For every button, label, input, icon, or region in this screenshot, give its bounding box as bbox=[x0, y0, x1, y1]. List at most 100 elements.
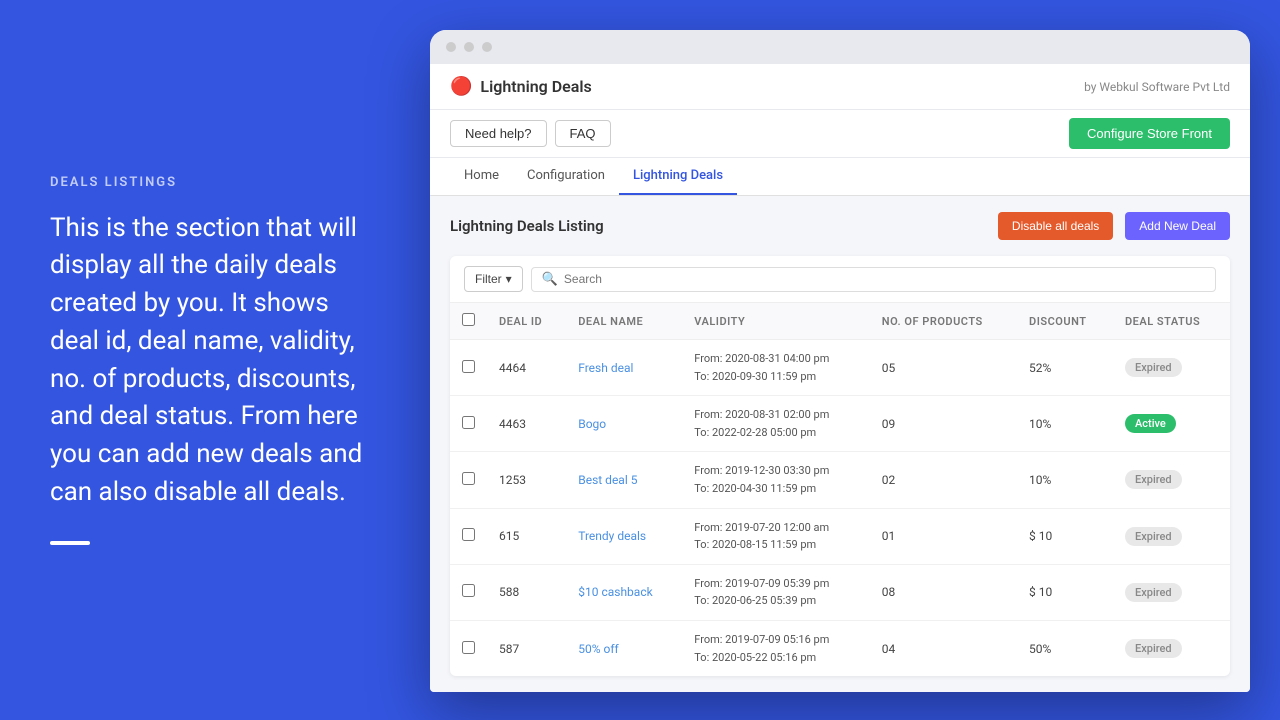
deal-name-link[interactable]: Bogo bbox=[578, 417, 606, 431]
discount-cell: 52% bbox=[1017, 340, 1113, 396]
need-help-button[interactable]: Need help? bbox=[450, 120, 547, 147]
discount-cell: 50% bbox=[1017, 620, 1113, 676]
nav-tabs: Home Configuration Lightning Deals bbox=[430, 158, 1250, 196]
deal-name-link[interactable]: Best deal 5 bbox=[578, 473, 637, 487]
col-discount: DISCOUNT bbox=[1017, 303, 1113, 340]
deal-name-cell: Trendy deals bbox=[566, 508, 682, 564]
deal-name-cell: Bogo bbox=[566, 396, 682, 452]
content-header: Lightning Deals Listing Disable all deal… bbox=[450, 212, 1230, 240]
status-badge: Expired bbox=[1125, 583, 1182, 602]
deal-id-cell: 1253 bbox=[487, 452, 566, 508]
search-input[interactable] bbox=[564, 272, 1205, 286]
row-checkbox-cell bbox=[450, 564, 487, 620]
app-header: 🔴 Lightning Deals by Webkul Software Pvt… bbox=[430, 64, 1250, 110]
discount-cell: 10% bbox=[1017, 396, 1113, 452]
row-checkbox-3[interactable] bbox=[462, 528, 475, 541]
browser-dot-2 bbox=[464, 42, 474, 52]
filter-button[interactable]: Filter ▾ bbox=[464, 266, 523, 292]
col-deal-id: DEAL ID bbox=[487, 303, 566, 340]
deal-id-cell: 4463 bbox=[487, 396, 566, 452]
filter-chevron-icon: ▾ bbox=[506, 272, 512, 286]
disable-all-deals-button[interactable]: Disable all deals bbox=[998, 212, 1113, 240]
add-new-deal-button[interactable]: Add New Deal bbox=[1125, 212, 1230, 240]
products-cell: 05 bbox=[870, 340, 1017, 396]
table-row: 4464 Fresh deal From: 2020-08-31 04:00 p… bbox=[450, 340, 1230, 396]
validity-cell: From: 2019-07-09 05:39 pmTo: 2020-06-25 … bbox=[682, 564, 870, 620]
deal-id-cell: 588 bbox=[487, 564, 566, 620]
tab-configuration[interactable]: Configuration bbox=[513, 158, 619, 195]
lightning-icon: 🔴 bbox=[450, 76, 472, 97]
discount-cell: $ 10 bbox=[1017, 564, 1113, 620]
validity-cell: From: 2019-12-30 03:30 pmTo: 2020-04-30 … bbox=[682, 452, 870, 508]
status-badge: Expired bbox=[1125, 358, 1182, 377]
validity-cell: From: 2019-07-20 12:00 amTo: 2020-08-15 … bbox=[682, 508, 870, 564]
products-cell: 08 bbox=[870, 564, 1017, 620]
app-subtitle: by Webkul Software Pvt Ltd bbox=[1084, 80, 1230, 94]
status-badge: Expired bbox=[1125, 527, 1182, 546]
section-text: This is the section that will display al… bbox=[50, 210, 370, 512]
deal-name-cell: Fresh deal bbox=[566, 340, 682, 396]
status-cell: Expired bbox=[1113, 508, 1230, 564]
divider bbox=[50, 541, 90, 545]
row-checkbox-cell bbox=[450, 620, 487, 676]
discount-cell: $ 10 bbox=[1017, 508, 1113, 564]
validity-cell: From: 2019-07-09 05:16 pmTo: 2020-05-22 … bbox=[682, 620, 870, 676]
col-deal-name: DEAL NAME bbox=[566, 303, 682, 340]
validity-text: From: 2020-08-31 02:00 pmTo: 2022-02-28 … bbox=[694, 406, 858, 441]
browser-bar bbox=[430, 30, 1250, 64]
table-header: DEAL ID DEAL NAME VALIDITY NO. OF PRODUC… bbox=[450, 303, 1230, 340]
content-actions: Disable all deals Add New Deal bbox=[998, 212, 1230, 240]
configure-store-front-button[interactable]: Configure Store Front bbox=[1069, 118, 1230, 149]
select-all-checkbox[interactable] bbox=[462, 313, 475, 326]
row-checkbox-cell bbox=[450, 452, 487, 508]
nav-buttons: Need help? FAQ Configure Store Front bbox=[430, 110, 1250, 158]
status-cell: Expired bbox=[1113, 340, 1230, 396]
deal-name-link[interactable]: Trendy deals bbox=[578, 529, 646, 543]
products-cell: 01 bbox=[870, 508, 1017, 564]
col-products: NO. OF PRODUCTS bbox=[870, 303, 1017, 340]
validity-text: From: 2019-07-09 05:39 pmTo: 2020-06-25 … bbox=[694, 575, 858, 610]
content-title: Lightning Deals Listing bbox=[450, 217, 604, 235]
browser-window: 🔴 Lightning Deals by Webkul Software Pvt… bbox=[430, 30, 1250, 692]
deal-id-cell: 587 bbox=[487, 620, 566, 676]
row-checkbox-5[interactable] bbox=[462, 641, 475, 654]
validity-text: From: 2019-07-20 12:00 amTo: 2020-08-15 … bbox=[694, 519, 858, 554]
row-checkbox-2[interactable] bbox=[462, 472, 475, 485]
faq-button[interactable]: FAQ bbox=[555, 120, 611, 147]
deals-table-container: Filter ▾ 🔍 DEAL ID bbox=[450, 256, 1230, 676]
status-cell: Expired bbox=[1113, 452, 1230, 508]
status-badge: Expired bbox=[1125, 470, 1182, 489]
deals-table: DEAL ID DEAL NAME VALIDITY NO. OF PRODUC… bbox=[450, 303, 1230, 676]
content-area: Lightning Deals Listing Disable all deal… bbox=[430, 196, 1250, 692]
section-label: DEALS LISTINGS bbox=[50, 175, 370, 190]
row-checkbox-1[interactable] bbox=[462, 416, 475, 429]
validity-text: From: 2019-12-30 03:30 pmTo: 2020-04-30 … bbox=[694, 462, 858, 497]
status-badge: Expired bbox=[1125, 639, 1182, 658]
deal-name-link[interactable]: Fresh deal bbox=[578, 361, 633, 375]
table-body: 4464 Fresh deal From: 2020-08-31 04:00 p… bbox=[450, 340, 1230, 677]
row-checkbox-cell bbox=[450, 340, 487, 396]
validity-text: From: 2020-08-31 04:00 pmTo: 2020-09-30 … bbox=[694, 350, 858, 385]
row-checkbox-cell bbox=[450, 508, 487, 564]
status-badge: Active bbox=[1125, 414, 1176, 433]
app-title-group: 🔴 Lightning Deals bbox=[450, 76, 592, 97]
row-checkbox-0[interactable] bbox=[462, 360, 475, 373]
row-checkbox-4[interactable] bbox=[462, 584, 475, 597]
deal-name-link[interactable]: $10 cashback bbox=[578, 585, 652, 599]
filter-label: Filter bbox=[475, 272, 502, 286]
products-cell: 09 bbox=[870, 396, 1017, 452]
validity-cell: From: 2020-08-31 02:00 pmTo: 2022-02-28 … bbox=[682, 396, 870, 452]
status-cell: Active bbox=[1113, 396, 1230, 452]
status-cell: Expired bbox=[1113, 564, 1230, 620]
table-row: 588 $10 cashback From: 2019-07-09 05:39 … bbox=[450, 564, 1230, 620]
deal-name-cell: 50% off bbox=[566, 620, 682, 676]
table-row: 615 Trendy deals From: 2019-07-20 12:00 … bbox=[450, 508, 1230, 564]
status-cell: Expired bbox=[1113, 620, 1230, 676]
col-checkbox bbox=[450, 303, 487, 340]
tab-lightning-deals[interactable]: Lightning Deals bbox=[619, 158, 737, 195]
tab-home[interactable]: Home bbox=[450, 158, 513, 195]
search-box[interactable]: 🔍 bbox=[531, 267, 1216, 292]
deal-name-link[interactable]: 50% off bbox=[578, 642, 618, 656]
deal-name-cell: $10 cashback bbox=[566, 564, 682, 620]
table-toolbar: Filter ▾ 🔍 bbox=[450, 256, 1230, 303]
